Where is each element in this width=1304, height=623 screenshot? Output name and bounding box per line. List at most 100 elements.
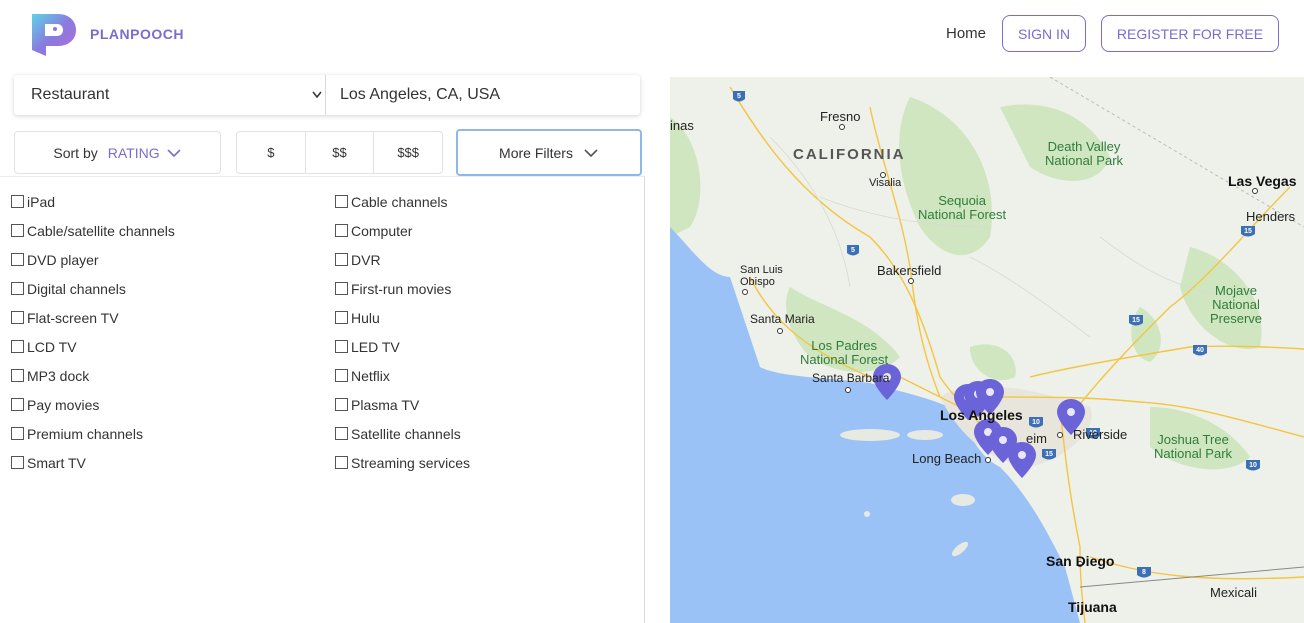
- checkbox[interactable]: [11, 427, 24, 440]
- amenity-checkbox-row[interactable]: LCD TV: [11, 339, 175, 368]
- checkbox[interactable]: [11, 282, 24, 295]
- amenity-checkbox-row[interactable]: Streaming services: [335, 455, 470, 484]
- map-label-los-angeles: Los Angeles: [940, 407, 1023, 423]
- amenity-label: LED TV: [351, 339, 400, 355]
- amenity-label: Cable channels: [351, 194, 448, 210]
- checkbox[interactable]: [335, 195, 348, 208]
- checkbox[interactable]: [11, 340, 24, 353]
- amenity-checkbox-row[interactable]: MP3 dock: [11, 368, 175, 397]
- amenity-checkbox-row[interactable]: Computer: [335, 223, 470, 252]
- amenity-label: Cable/satellite channels: [27, 223, 175, 239]
- amenity-label: Pay movies: [27, 397, 100, 413]
- highway-shield-icon: 40: [1193, 345, 1207, 356]
- checkbox[interactable]: [335, 340, 348, 353]
- map-canvas[interactable]: 5 5 15 15 40 10 10 15 8 10: [670, 77, 1304, 623]
- checkbox[interactable]: [11, 369, 24, 382]
- checkbox[interactable]: [335, 369, 348, 382]
- amenity-checkbox-row[interactable]: Cable channels: [335, 194, 470, 223]
- amenity-label: iPad: [27, 194, 56, 210]
- amenity-label: DVD player: [27, 252, 99, 268]
- amenity-checkbox-row[interactable]: Hulu: [335, 310, 470, 339]
- map-label-los-padres: Los Padres National Forest: [800, 338, 889, 367]
- amenity-label: Satellite channels: [351, 426, 461, 442]
- amenity-label: Digital channels: [27, 281, 126, 297]
- highway-shield-icon: 15: [1241, 226, 1255, 237]
- amenity-checkbox-row[interactable]: Premium channels: [11, 426, 175, 455]
- svg-text:40: 40: [1196, 347, 1204, 354]
- checkbox[interactable]: [11, 224, 24, 237]
- map-label-visalia: Visalia: [869, 177, 902, 189]
- nav-home-link[interactable]: Home: [946, 25, 986, 42]
- highway-shield-icon: 10: [1246, 460, 1260, 471]
- more-filters-button[interactable]: More Filters: [456, 129, 642, 176]
- highway-shield-icon: 10: [1029, 417, 1043, 428]
- category-select[interactable]: Restaurant: [14, 75, 326, 115]
- svg-text:15: 15: [1244, 228, 1252, 235]
- checkbox[interactable]: [335, 253, 348, 266]
- map-label-las-vegas: Las Vegas: [1228, 173, 1297, 189]
- checkbox[interactable]: [335, 456, 348, 469]
- map-label-riverside: Riverside: [1073, 427, 1128, 442]
- amenity-checkbox-row[interactable]: First-run movies: [335, 281, 470, 310]
- map-label-santa-maria: Santa Maria: [750, 312, 815, 326]
- brand-name: PLANPOOCH: [90, 26, 184, 42]
- register-button[interactable]: REGISTER FOR FREE: [1101, 15, 1279, 52]
- checkbox[interactable]: [11, 195, 24, 208]
- amenity-checkbox-row[interactable]: DVD player: [11, 252, 175, 281]
- sort-label: Sort by: [53, 144, 98, 161]
- price-3-button[interactable]: $$$: [373, 132, 442, 173]
- checkbox[interactable]: [335, 398, 348, 411]
- amenity-label: DVR: [351, 252, 381, 268]
- amenity-checkbox-row[interactable]: Plasma TV: [335, 397, 470, 426]
- amenity-checkbox-row[interactable]: iPad: [11, 194, 175, 223]
- results-map[interactable]: 5 5 15 15 40 10 10 15 8 10 inas Fresno C…: [670, 77, 1304, 623]
- amenity-label: Plasma TV: [351, 397, 420, 413]
- checkbox[interactable]: [335, 311, 348, 324]
- amenity-checkbox-row[interactable]: LED TV: [335, 339, 470, 368]
- chevron-down-icon: [167, 148, 181, 157]
- amenity-checkbox-row[interactable]: Satellite channels: [335, 426, 470, 455]
- location-value: Los Angeles, CA, USA: [340, 86, 501, 103]
- map-label-mexicali: Mexicali: [1210, 585, 1257, 600]
- checkbox[interactable]: [335, 282, 348, 295]
- price-2-button[interactable]: $$: [304, 132, 374, 173]
- amenity-checkbox-row[interactable]: Cable/satellite channels: [11, 223, 175, 252]
- checkbox[interactable]: [335, 224, 348, 237]
- price-1-button[interactable]: $: [237, 132, 305, 173]
- sign-in-button[interactable]: SIGN IN: [1002, 15, 1086, 52]
- sort-value: RATING: [107, 144, 160, 161]
- map-label-san-luis-obispo: San Luis Obispo: [740, 264, 783, 288]
- map-label-santa-barbara: Santa Barbara: [812, 371, 890, 385]
- amenity-checkbox-row[interactable]: Digital channels: [11, 281, 175, 310]
- amenity-checkbox-row[interactable]: Netflix: [335, 368, 470, 397]
- amenity-checkbox-row[interactable]: Smart TV: [11, 455, 175, 484]
- sort-dropdown[interactable]: Sort by RATING: [14, 131, 221, 174]
- amenity-checkbox-row[interactable]: DVR: [335, 252, 470, 281]
- map-label-fresno: Fresno: [820, 109, 861, 124]
- map-label-san-diego: San Diego: [1046, 553, 1115, 569]
- price-filter-group: $ $$ $$$: [236, 131, 443, 174]
- search-bar: Restaurant Los Angeles, CA, USA: [14, 75, 640, 115]
- checkbox[interactable]: [11, 456, 24, 469]
- amenity-label: Premium channels: [27, 426, 143, 442]
- amenity-label: MP3 dock: [27, 368, 90, 384]
- checkbox[interactable]: [11, 311, 24, 324]
- amenity-checkbox-row[interactable]: Flat-screen TV: [11, 310, 175, 339]
- map-label-long-beach: Long Beach: [912, 451, 982, 466]
- map-label-joshua-tree: Joshua Tree National Park: [1154, 432, 1233, 461]
- map-label-california: CALIFORNIA: [793, 146, 906, 163]
- map-label-henderson: Henders: [1246, 209, 1296, 224]
- brand-logo[interactable]: PLANPOOCH: [28, 10, 184, 58]
- checkbox[interactable]: [11, 398, 24, 411]
- category-value: Restaurant: [31, 86, 110, 103]
- svg-text:8: 8: [1142, 569, 1146, 576]
- map-label-mojave: Mojave National Preserve: [1210, 283, 1263, 326]
- checkbox[interactable]: [11, 253, 24, 266]
- amenities-filter-panel: iPad Cable/satellite channels DVD player…: [0, 176, 645, 623]
- chevron-down-icon: [584, 148, 598, 157]
- checkbox[interactable]: [335, 427, 348, 440]
- svg-text:15: 15: [1132, 317, 1140, 324]
- amenity-checkbox-row[interactable]: Pay movies: [11, 397, 175, 426]
- map-label-tijuana: Tijuana: [1068, 599, 1117, 615]
- location-input[interactable]: Los Angeles, CA, USA: [326, 75, 640, 115]
